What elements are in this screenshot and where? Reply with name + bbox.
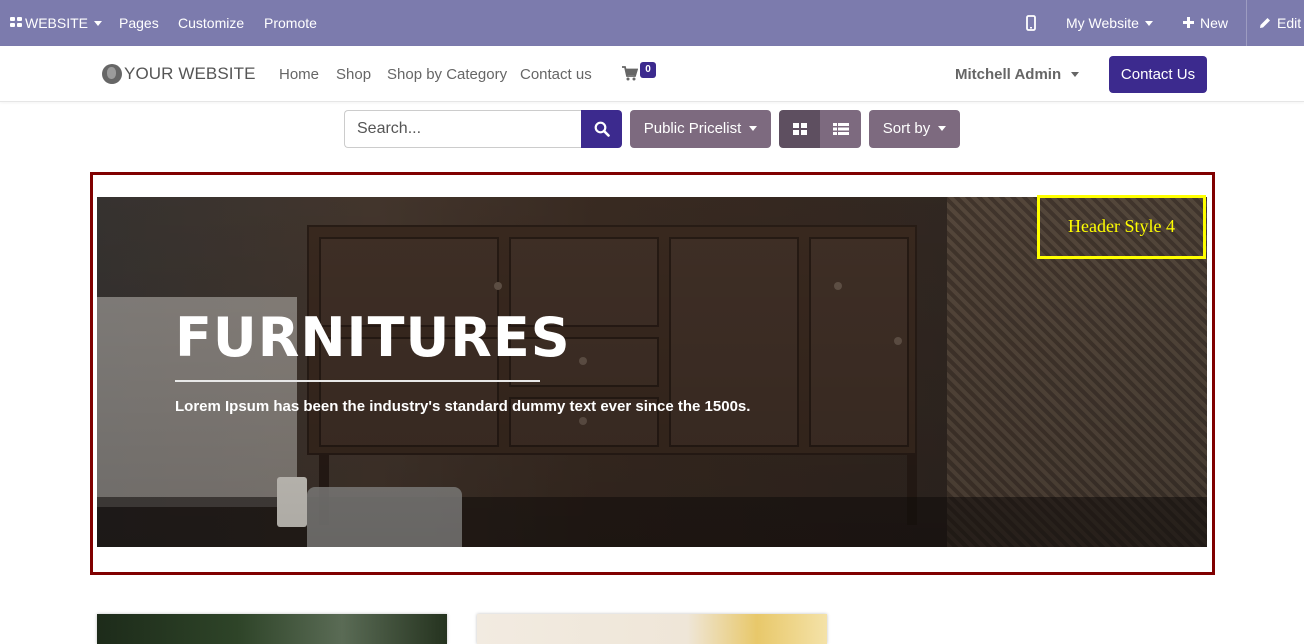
chevron-down-icon bbox=[1071, 71, 1080, 77]
pricelist-label: Public Pricelist bbox=[643, 120, 742, 137]
product-card[interactable] bbox=[97, 614, 447, 644]
search-icon bbox=[594, 121, 610, 137]
chevron-down-icon bbox=[1144, 20, 1153, 26]
nav-home[interactable]: Home bbox=[279, 66, 319, 83]
mobile-icon bbox=[1026, 14, 1036, 31]
sort-label: Sort by bbox=[882, 120, 931, 137]
banner-title: FURNITURES bbox=[175, 306, 571, 369]
search-button[interactable] bbox=[581, 110, 622, 148]
grid-icon bbox=[10, 17, 22, 28]
view-toggle bbox=[779, 110, 861, 148]
cart-icon bbox=[622, 66, 639, 81]
new-button-label: New bbox=[1200, 15, 1229, 31]
promote-menu[interactable]: Promote bbox=[264, 0, 317, 46]
chevron-down-icon bbox=[749, 125, 758, 131]
nav-shop-by-category[interactable]: Shop by Category bbox=[387, 66, 507, 83]
site-selector[interactable]: My Website bbox=[1066, 0, 1153, 46]
website-menu[interactable]: WEBSITE bbox=[10, 0, 103, 46]
user-menu[interactable]: Mitchell Admin bbox=[955, 66, 1080, 83]
grid-view-icon bbox=[793, 123, 807, 135]
site-selector-label: My Website bbox=[1066, 15, 1139, 31]
globe-icon bbox=[102, 64, 122, 84]
product-card[interactable] bbox=[477, 614, 827, 644]
new-button[interactable]: New bbox=[1183, 0, 1228, 46]
cart-count-badge: 0 bbox=[640, 62, 656, 78]
sort-dropdown[interactable]: Sort by bbox=[869, 110, 960, 148]
contact-us-button[interactable]: Contact Us bbox=[1109, 56, 1207, 93]
nav-contact-us[interactable]: Contact us bbox=[520, 66, 592, 83]
search-input[interactable] bbox=[344, 110, 582, 148]
edit-button-label: Edit bbox=[1277, 15, 1302, 31]
pages-menu[interactable]: Pages bbox=[119, 0, 159, 46]
admin-bar: WEBSITE Pages Customize Promote My Websi… bbox=[0, 0, 1304, 46]
chevron-down-icon bbox=[94, 20, 103, 26]
cart-link[interactable] bbox=[622, 66, 639, 86]
site-logo[interactable]: YOUR WEBSITE bbox=[102, 62, 256, 86]
user-name: Mitchell Admin bbox=[955, 66, 1062, 83]
list-view-icon bbox=[833, 123, 849, 135]
banner-subtitle: Lorem Ipsum has been the industry's stan… bbox=[175, 398, 751, 415]
website-menu-label: WEBSITE bbox=[25, 15, 89, 31]
customize-menu[interactable]: Customize bbox=[178, 0, 244, 46]
banner-title-underline bbox=[175, 380, 540, 382]
nav-shop[interactable]: Shop bbox=[336, 66, 371, 83]
product-search bbox=[344, 110, 622, 148]
site-logo-text: YOUR WEBSITE bbox=[124, 64, 256, 83]
pencil-icon bbox=[1260, 17, 1270, 28]
header-style-label: Header Style 4 bbox=[1037, 195, 1206, 259]
mobile-preview-button[interactable] bbox=[1026, 0, 1036, 46]
grid-view-button[interactable] bbox=[779, 110, 820, 148]
edit-button[interactable]: Edit bbox=[1259, 0, 1301, 46]
list-view-button[interactable] bbox=[820, 110, 861, 148]
plus-icon bbox=[1183, 17, 1194, 29]
pricelist-dropdown[interactable]: Public Pricelist bbox=[630, 110, 771, 148]
divider bbox=[1246, 0, 1247, 46]
chevron-down-icon bbox=[938, 125, 947, 131]
